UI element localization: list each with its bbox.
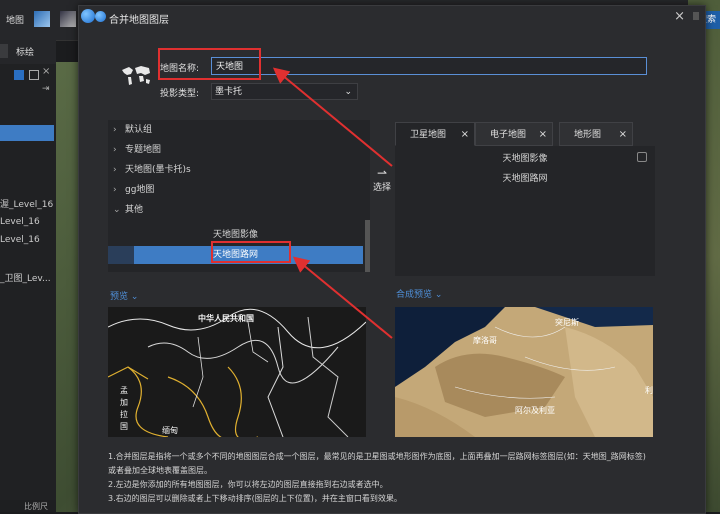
description-line: 3.右边的图层可以删除或者上下移动排序(图层的上下位置)，并在主窗口看到效果。 <box>108 494 402 503</box>
layer-item[interactable]: Level_16 <box>0 217 56 231</box>
tree-group[interactable]: › gg地图 <box>108 181 363 199</box>
layer-item[interactable]: _卫图_Lev... <box>0 271 56 285</box>
layer-item[interactable]: 渥_Level_16 <box>0 197 56 211</box>
map-name-input[interactable]: 天地图 <box>211 57 647 75</box>
close-panel-icon[interactable]: × <box>42 66 50 77</box>
tab-electronic[interactable]: 电子地图 × <box>475 122 553 146</box>
map-label-country: 中华人民共和国 <box>198 314 254 323</box>
titlebar-scroll-indicator <box>693 12 699 20</box>
map-label: 利 <box>645 386 653 395</box>
collapse-icon[interactable]: ⇥ <box>42 84 50 94</box>
search-layer-icon[interactable] <box>14 70 24 80</box>
close-icon[interactable]: × <box>674 9 685 24</box>
app-logo-icon-small <box>95 11 106 22</box>
highlight-box-name <box>158 48 261 80</box>
chevron-right-icon: › <box>113 185 117 195</box>
map-app-icon[interactable] <box>34 11 50 27</box>
selected-layer-item[interactable]: 天地图路网 <box>395 169 655 189</box>
chevron-down-icon: ⌄ <box>113 205 121 215</box>
map-label: 缅甸 <box>162 426 178 435</box>
chevron-right-icon: › <box>113 145 117 155</box>
edge-icon <box>0 44 8 58</box>
description-line: 2.左边是你添加的所有地图图层，你可以将左边的图层直接拖到右边或者选中。 <box>108 480 388 489</box>
map-label: 加 <box>120 398 128 407</box>
world-map-icon <box>122 66 150 85</box>
merge-layers-dialog: 合并地图图层 × 地图名称: 天地图 投影类型: 墨卡托 ⌄ › 默认组 › 专题地… <box>78 5 706 514</box>
map-label: 国 <box>120 422 128 431</box>
selected-layers-panel: 天地图影像 天地图路网 <box>395 146 655 276</box>
chevron-right-icon: › <box>113 165 117 175</box>
projection-value: 墨卡托 <box>215 87 243 97</box>
tree-group[interactable]: › 默认组 <box>108 121 363 139</box>
chevron-right-icon: › <box>113 125 117 135</box>
tab-satellite[interactable]: 卫星地图 × <box>395 122 475 146</box>
layer-selected-row[interactable] <box>0 125 54 141</box>
tool-app-icon[interactable] <box>60 11 76 27</box>
tree-scrollbar[interactable] <box>365 220 370 272</box>
tree-group[interactable]: › 专题地图 <box>108 141 363 159</box>
highlight-box-selected <box>211 241 291 263</box>
road-network-preview: 中华人民共和国 孟 加 拉 国 缅甸 <box>108 307 366 437</box>
projection-label: 投影类型: <box>160 89 200 99</box>
combined-preview-toggle[interactable]: 合成预览 ⌄ <box>396 287 442 300</box>
map-label: 拉 <box>120 410 128 419</box>
description-text: 1.合并图层是指将一个或多个不同的地图图层合成一个图层，最常见的是卫星图或地形图… <box>108 450 688 506</box>
arrow-right-icon: ⇀ <box>376 166 388 180</box>
satellite-terrain <box>395 307 653 437</box>
tree-group[interactable]: › 天地图(墨卡托)s <box>108 161 363 179</box>
map-label: 阿尔及利亚 <box>515 406 555 415</box>
close-tab-icon[interactable]: × <box>619 123 627 147</box>
selected-layer-item[interactable]: 天地图影像 <box>395 149 655 169</box>
map-label: 孟 <box>120 386 128 395</box>
map-label: 突尼斯 <box>555 318 579 327</box>
status-text: 比例尺 <box>24 502 48 511</box>
map-label: 摩洛哥 <box>473 336 497 345</box>
projection-select[interactable]: 墨卡托 ⌄ <box>211 83 358 100</box>
tree-group-expanded[interactable]: ⌄ 其他 <box>108 201 363 219</box>
description-line: 或者叠加全球地表覆盖图层。 <box>108 466 212 475</box>
target-tabs: 卫星地图 × 电子地图 × 地形图 × <box>395 122 655 146</box>
dialog-title: 合并地图图层 <box>109 15 169 26</box>
pin-icon[interactable] <box>637 152 647 162</box>
secondary-toolbar: 标绘 <box>0 40 56 64</box>
restore-icon[interactable] <box>29 70 39 80</box>
close-tab-icon[interactable]: × <box>461 123 469 147</box>
plot-label[interactable]: 标绘 <box>16 45 34 58</box>
description-line: 1.合并图层是指将一个或多个不同的地图图层合成一个图层，最常见的是卫星图或地形图… <box>108 452 646 461</box>
preview-toggle[interactable]: 预览 ⌄ <box>110 289 138 302</box>
close-tab-icon[interactable]: × <box>539 123 547 147</box>
layer-item[interactable]: Level_16 <box>0 235 56 249</box>
chevron-down-icon: ⌄ <box>344 87 352 97</box>
dialog-titlebar[interactable]: 合并地图图层 × <box>79 6 705 28</box>
move-right-button[interactable]: ⇀ 选择 <box>372 166 392 202</box>
combined-preview: 摩洛哥 突尼斯 阿尔及利亚 利 <box>395 307 653 437</box>
tab-terrain[interactable]: 地形图 × <box>559 122 633 146</box>
app-logo-icon <box>81 9 95 23</box>
menu-map[interactable]: 地图 <box>6 13 24 26</box>
move-button-label: 选择 <box>372 183 391 193</box>
selection-indent <box>108 246 134 264</box>
boundary-lines <box>108 308 366 437</box>
